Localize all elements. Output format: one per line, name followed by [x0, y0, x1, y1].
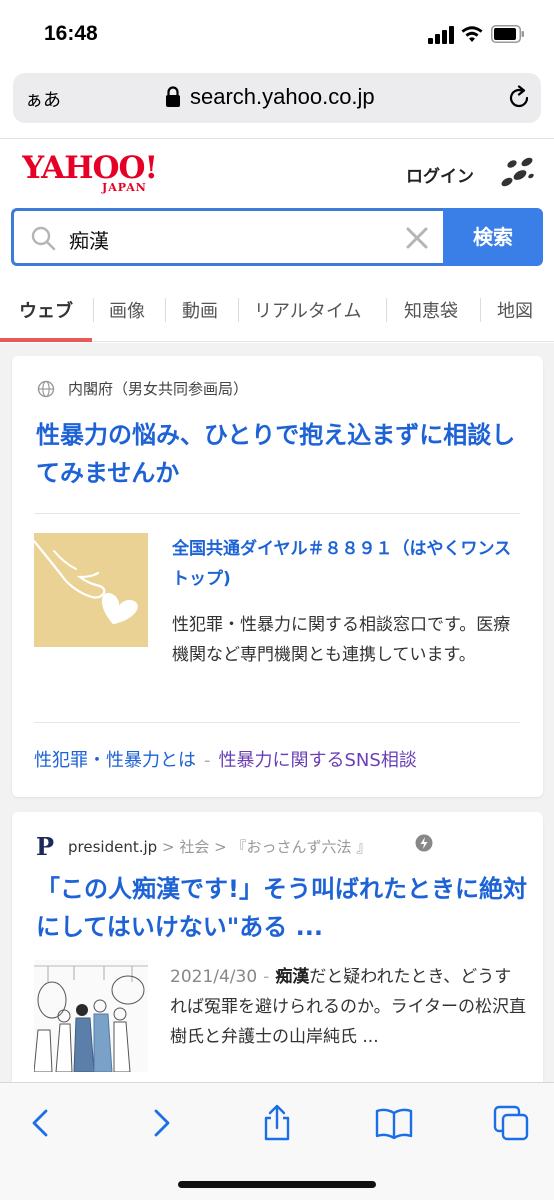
text-size-button[interactable]: ぁあ [25, 86, 61, 112]
tab-chiebukuro[interactable]: 知恵袋 [404, 297, 458, 323]
status-time: 16:48 [44, 22, 98, 45]
home-indicator [178, 1181, 376, 1188]
signal-icon [428, 26, 454, 44]
bookmarks-icon[interactable] [374, 1103, 414, 1143]
tab-videos[interactable]: 動画 [182, 297, 218, 323]
divider [34, 722, 520, 723]
result-title-link[interactable]: 性暴力の悩み、ひとりで抱え込まずに相談してみませんか [36, 416, 528, 492]
site-domain: president.jp [68, 838, 158, 856]
sitelink[interactable]: 性暴力に関するSNS相談 [219, 750, 417, 771]
globe-icon [37, 380, 55, 398]
result-date: 2021/4/30 [170, 967, 258, 987]
site-favicon: P [36, 832, 55, 861]
tabs-icon[interactable] [491, 1103, 531, 1143]
reload-icon[interactable] [506, 85, 532, 111]
yahoo-japan-logo[interactable]: YAHOO! JAPAN [22, 150, 172, 194]
divider [0, 138, 554, 139]
result-description: 2021/4/30- 痴漢だと疑われたとき、どうすれば冤罪を避けられるのか。ライタ… [170, 962, 526, 1052]
tab-realtime[interactable]: リアルタイム [254, 297, 361, 323]
clear-icon[interactable] [404, 225, 430, 251]
lock-icon [166, 86, 180, 107]
keyword-highlight: 痴漢 [275, 967, 310, 987]
divider [34, 513, 520, 514]
search-tabs: ウェブ 画像 動画 リアルタイム 知恵袋 地図 [0, 280, 554, 342]
result-title-link[interactable]: 「この人痴漢です!」そう叫ばれたときに絶対にしてはいけない"ある ... [36, 870, 528, 946]
active-tab-indicator [0, 338, 92, 342]
tab-web[interactable]: ウェブ [19, 297, 73, 323]
result-source: 内閣府（男女共同参画局） [68, 380, 249, 398]
result-card: P president.jp > 社会 > 『おっさんず六法 』 「この人痴漢で… [12, 812, 543, 1102]
share-icon[interactable] [257, 1103, 297, 1143]
search-input[interactable]: 痴漢 [11, 208, 443, 266]
breadcrumb: president.jp > 社会 > 『おっさんず六法 』 [68, 836, 371, 857]
tab-divider [238, 298, 239, 322]
breadcrumb-item: 社会 [179, 838, 210, 856]
illustration-thumbnail[interactable] [34, 960, 148, 1072]
breadcrumb-separator: > [161, 838, 175, 856]
url-host[interactable]: search.yahoo.co.jp [190, 84, 375, 110]
sub-result-description: 性犯罪・性暴力に関する相談窓口です。医療機関など専門機関とも連携しています。 [172, 615, 511, 665]
result-card: 内閣府（男女共同参画局） 性暴力の悩み、ひとりで抱え込まずに相談してみませんか … [12, 356, 543, 797]
tab-divider [93, 298, 94, 322]
search-icon [31, 226, 56, 251]
tab-map[interactable]: 地図 [497, 297, 533, 323]
tab-images[interactable]: 画像 [109, 297, 145, 323]
bolt-icon [415, 834, 433, 852]
back-icon[interactable] [22, 1103, 62, 1143]
svg-text:JAPAN: JAPAN [101, 181, 147, 194]
search-button[interactable]: 検索 [443, 208, 543, 266]
battery-icon [491, 25, 524, 43]
sub-result-title-link[interactable]: 全国共通ダイヤル＃８８９１（はやくワンストップ) [172, 534, 522, 594]
forward-icon[interactable] [140, 1103, 180, 1143]
breadcrumb-item: 『おっさんず六法 』 [231, 838, 372, 856]
search-query[interactable]: 痴漢 [69, 225, 109, 254]
heart-hand-thumbnail[interactable] [34, 533, 148, 647]
login-link[interactable]: ログイン [406, 162, 474, 187]
menu-icon[interactable] [498, 154, 538, 190]
tab-divider [165, 298, 166, 322]
tab-divider [386, 298, 387, 322]
sitelink[interactable]: 性犯罪・性暴力とは [34, 750, 196, 771]
status-bar: 16:48 [0, 0, 554, 70]
wifi-icon [461, 26, 483, 42]
date-separator: - [263, 967, 270, 987]
sitelinks: 性犯罪・性暴力とは - 性暴力に関するSNS相談 [34, 746, 417, 772]
browser-toolbar [0, 1082, 554, 1200]
tab-divider [480, 298, 481, 322]
sitelink-separator: - [204, 750, 211, 771]
address-bar[interactable]: ぁあ search.yahoo.co.jp [13, 73, 541, 123]
breadcrumb-separator: > [214, 838, 227, 856]
